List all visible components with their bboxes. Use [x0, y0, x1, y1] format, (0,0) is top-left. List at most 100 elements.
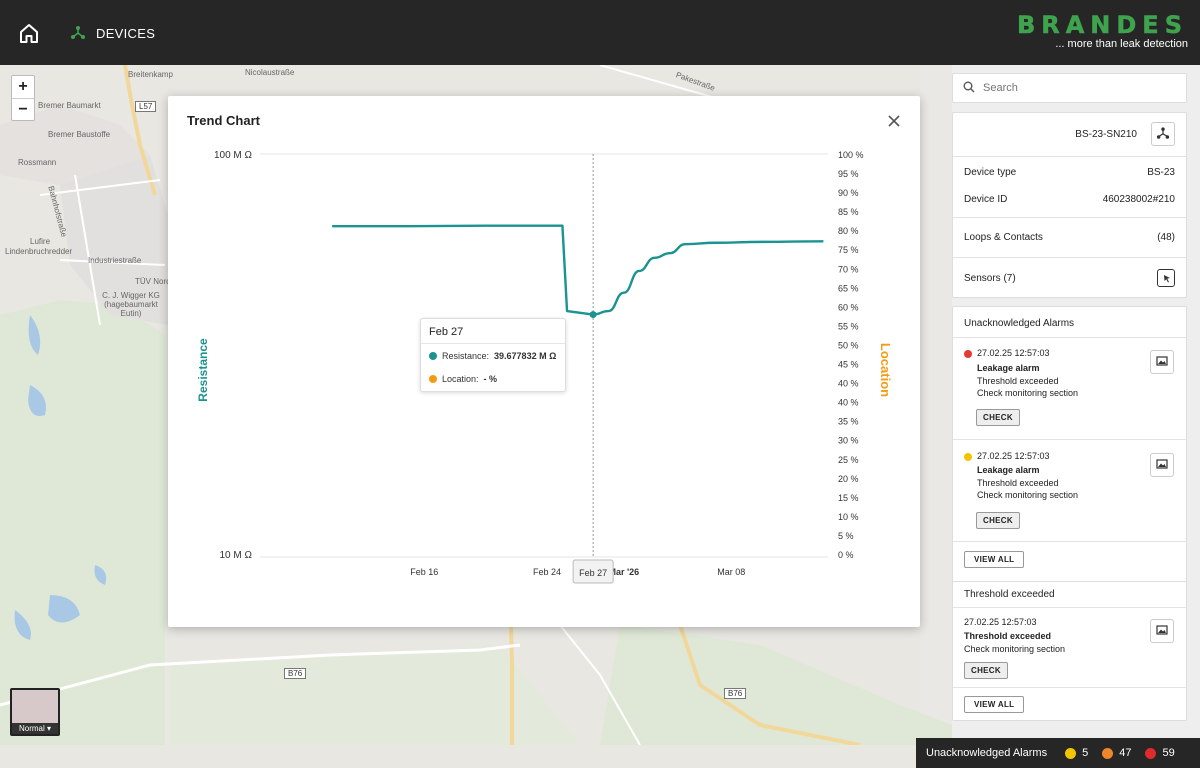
cursor-point [589, 311, 597, 319]
sensors-row[interactable]: Sensors (7) [953, 265, 1186, 291]
right-tick-label: 65 % [838, 283, 859, 293]
devices-label: DEVICES [96, 26, 156, 41]
map-label: Nicolaustraße [245, 68, 295, 77]
threshold-image-button[interactable] [1150, 619, 1174, 643]
brand-tagline: ... more than leak detection [1055, 38, 1188, 50]
tooltip-location-value: - % [483, 374, 498, 384]
alarm-line1: Threshold exceeded [977, 477, 1059, 488]
red-count: 59 [1162, 747, 1175, 759]
view-all-alarms-button[interactable]: VIEW ALL [964, 551, 1025, 568]
layer-switch-button[interactable]: Normal ▾ [10, 688, 60, 736]
alarm-line2: Check monitoring section [977, 490, 1079, 500]
tooltip-location-row: Location: - % [429, 374, 497, 384]
check-button[interactable]: CHECK [976, 512, 1020, 529]
unacknowledged-alarms-card: Unacknowledged Alarms 27.02.25 12:57:03 … [952, 306, 1187, 598]
sensors-label: Sensors (7) [964, 272, 1016, 284]
alarm-line1: Threshold exceeded [977, 375, 1059, 386]
threshold-item-title: Threshold exceeded [964, 631, 1052, 641]
status-label: Unacknowledged Alarms [926, 747, 1048, 759]
x-tick-label: Mar 08 [717, 567, 745, 577]
orange-count: 47 [1119, 747, 1132, 759]
search-box[interactable] [952, 73, 1187, 103]
device-id-label: Device ID [964, 193, 1008, 205]
zoom-in-button[interactable]: + [12, 76, 34, 98]
red-alarm-count[interactable]: 59 [1145, 747, 1175, 759]
road-tag: B76 [284, 668, 307, 679]
threshold-title: Threshold exceeded [964, 589, 1055, 600]
right-tick-label: 45 % [838, 360, 859, 370]
resistance-series-line [332, 224, 824, 316]
map-label: Lindenbruchredder [5, 247, 73, 256]
top-bar: DEVICES BRANDES ... more than leak detec… [0, 0, 1200, 65]
left-axis-title: Resistance [196, 338, 210, 402]
alarm-line2: Check monitoring section [977, 388, 1079, 398]
brand-name: BRANDES [1016, 11, 1188, 39]
alarm-item: 27.02.25 12:57:03 Leakage alarm Threshol… [953, 450, 1186, 540]
map-label: C. J. Wigger KG (hagebaumarkt Eutin) [102, 291, 160, 318]
right-tick-label: 10 % [838, 512, 859, 522]
search-icon [963, 81, 975, 96]
trend-chart-modal: Trend Chart 100 M Ω 10 M Ω 100 % 95 % 90 % 85… [168, 96, 920, 627]
tooltip-resistance-value: 39.677832 M Ω [494, 351, 557, 361]
tooltip-date: Feb 27 [429, 326, 464, 338]
yellow-alarm-count[interactable]: 5 [1065, 747, 1088, 759]
tooltip-resistance-label: Resistance: [442, 351, 490, 361]
check-button[interactable]: CHECK [964, 662, 1008, 679]
right-tick-label: 75 % [838, 245, 859, 255]
threshold-card: Threshold exceeded 27.02.25 12:57:03 Thr… [952, 581, 1187, 721]
map-label: Bremer Baumarkt [38, 101, 101, 110]
right-tick-label: 40 % [838, 379, 859, 389]
right-tick-label: 100 % [838, 150, 864, 160]
right-tick-label: 95 % [838, 169, 859, 179]
resistance-dot-icon [429, 352, 437, 360]
device-tree-button[interactable] [1151, 122, 1175, 146]
right-tick-label: 0 % [838, 550, 854, 560]
home-icon[interactable] [18, 22, 40, 44]
alarm-time: 27.02.25 12:57:03 [977, 348, 1050, 358]
zoom-control: + − [11, 75, 35, 121]
image-icon [1156, 458, 1168, 472]
zoom-out-button[interactable]: − [12, 98, 34, 120]
map-label: Rossmann [18, 158, 57, 167]
road-tag: B76 [724, 688, 747, 699]
alarm-status-dot [964, 350, 972, 358]
x-tick-label: Feb 16 [410, 567, 438, 577]
device-card: BS-23-SN210 Device type BS-23 Device ID … [952, 112, 1187, 298]
alarm-title: Leakage alarm [977, 465, 1040, 475]
orange-alarm-count[interactable]: 47 [1102, 747, 1131, 759]
left-tick-label: 10 M Ω [220, 550, 253, 561]
devices-icon [70, 24, 86, 43]
x-tick-label: Feb 24 [533, 567, 561, 577]
view-all-threshold-button[interactable]: VIEW ALL [964, 696, 1025, 713]
right-tick-label: 25 % [838, 455, 859, 465]
map-label: Bremer Baustoffe [48, 130, 111, 139]
right-tick-label: 20 % [838, 474, 859, 484]
right-tick-label: 30 % [838, 436, 859, 446]
check-button[interactable]: CHECK [976, 409, 1020, 426]
alarm-image-button[interactable] [1150, 350, 1174, 374]
image-icon [1156, 355, 1168, 369]
unack-title: Unacknowledged Alarms [964, 318, 1075, 329]
devices-nav[interactable]: DEVICES [70, 24, 155, 43]
sensors-button[interactable] [1157, 269, 1175, 287]
threshold-item: 27.02.25 12:57:03 Threshold exceeded Che… [953, 616, 1186, 686]
alarm-status-bar[interactable]: Unacknowledged Alarms 5 47 59 [916, 738, 1200, 768]
right-axis-title: Location [878, 343, 893, 397]
right-panel: BS-23-SN210 Device type BS-23 Device ID … [952, 65, 1200, 745]
right-tick-label: 35 % [838, 417, 859, 427]
brand-logo: BRANDES ... more than leak detection [1017, 12, 1188, 50]
alarm-status-dot [964, 453, 972, 461]
search-input[interactable] [983, 82, 1163, 94]
cursor-select-icon [1160, 271, 1172, 286]
right-tick-label: 15 % [838, 493, 859, 503]
loops-label: Loops & Contacts [964, 231, 1043, 243]
alarm-image-button[interactable] [1150, 453, 1174, 477]
right-tick-label: 80 % [838, 226, 859, 236]
map-label: TÜV Nord [135, 277, 171, 286]
chart-tooltip: Feb 27 Resistance: 39.677832 M Ω Locatio… [420, 318, 566, 392]
right-tick-label: 55 % [838, 321, 859, 331]
loops-row[interactable]: Loops & Contacts (48) [953, 230, 1186, 244]
layer-switch-label: Normal [18, 724, 45, 733]
device-type-label: Device type [964, 166, 1017, 178]
device-name: BS-23-SN210 [1075, 128, 1137, 140]
